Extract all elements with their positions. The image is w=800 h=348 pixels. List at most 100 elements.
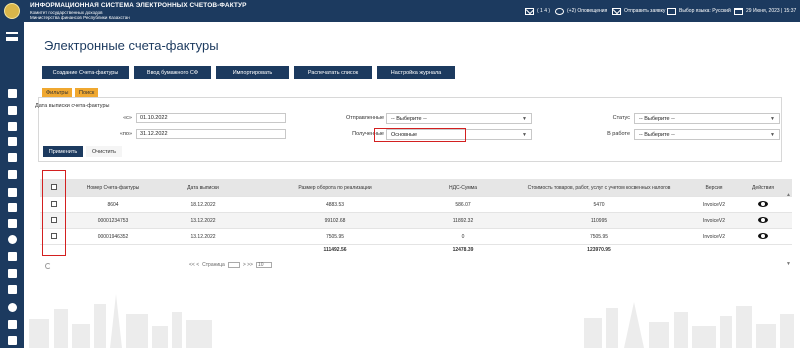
language-label: Выбор языка: Русский <box>679 8 731 14</box>
view-eye-icon[interactable] <box>758 200 768 207</box>
import-button[interactable]: Импортировать <box>216 66 289 79</box>
chevron-down-icon: ▼ <box>770 131 775 138</box>
in-work-label: В работе <box>607 131 630 137</box>
status-select[interactable]: -- Выберите -- ▼ <box>634 113 780 124</box>
page-label: Страница <box>202 262 225 268</box>
messages-link[interactable]: ( 1 4 ) <box>525 0 550 22</box>
sent-select-value: -- Выберите -- <box>391 115 427 122</box>
pagination: << < Страница > >> 10 <box>189 262 272 268</box>
next-page-button[interactable]: > >> <box>243 262 253 268</box>
version: InvoiceV2 <box>703 217 725 224</box>
sidebar <box>0 22 24 348</box>
sidebar-truck-icon[interactable] <box>8 219 17 228</box>
total-vat: 12478.39 <box>452 246 474 253</box>
sidebar-list-icon[interactable] <box>8 137 17 146</box>
in-work-select[interactable]: -- Выберите -- ▼ <box>634 129 780 140</box>
total-turnover: 111492.56 <box>323 246 347 253</box>
in-work-select-value: -- Выберите -- <box>639 131 675 138</box>
date-to-input[interactable]: 31.12.2022 <box>136 129 286 139</box>
apply-button[interactable]: Применить <box>43 146 83 157</box>
sidebar-warehouse-icon[interactable] <box>8 188 17 197</box>
status-label: Статус <box>612 115 630 121</box>
column-header[interactable]: Стоимость товаров, работ, услуг с учетом… <box>504 185 694 191</box>
sent-select[interactable]: -- Выберите -- ▼ <box>386 113 532 124</box>
datetime-label: 29 Июня, 2023 | 15:37 <box>746 8 797 14</box>
column-header[interactable]: Версия <box>694 185 734 191</box>
date-from-input[interactable]: 01.10.2022 <box>136 113 286 123</box>
sidebar-monitor-icon[interactable] <box>8 285 17 294</box>
sidebar-invoice-icon[interactable] <box>8 106 17 115</box>
sidebar-logout-icon[interactable] <box>8 336 17 345</box>
messages-count: ( 1 4 ) <box>537 8 551 14</box>
vat-amount: 11892.32 <box>452 217 474 224</box>
table-row: 00001234753 13.12.2022 99102.68 11892.32… <box>40 213 792 229</box>
monitor-icon <box>667 7 676 15</box>
table-row: 00001946352 13.12.2022 7505.95 0 7505.95… <box>40 229 792 245</box>
sidebar-bank-icon[interactable] <box>8 170 17 179</box>
system-subtitle-2: Министерства финансов Республики Казахст… <box>30 15 130 20</box>
status-select-value: -- Выберите -- <box>639 115 675 122</box>
journal-settings-button[interactable]: Настройка журнала <box>377 66 455 79</box>
invoice-date: 13.12.2022 <box>190 217 216 224</box>
sidebar-briefcase-icon[interactable] <box>8 153 17 162</box>
hamburger-menu-icon[interactable] <box>6 32 18 41</box>
mail-icon <box>612 7 621 15</box>
create-invoice-button[interactable]: Создание Счета-фактуры <box>42 66 129 79</box>
invoice-date: 18.12.2022 <box>190 201 216 208</box>
send-request-link[interactable]: Отправить заявку <box>612 0 665 22</box>
invoice-date: 13.12.2022 <box>190 233 216 240</box>
column-header[interactable]: Номер Счета-фактуры <box>68 185 158 191</box>
notification-icon <box>555 7 564 15</box>
sidebar-document-icon[interactable] <box>8 89 17 98</box>
view-eye-icon[interactable] <box>758 232 768 239</box>
language-selector[interactable]: Выбор языка: Русский <box>667 0 731 22</box>
table-header-row: Номер Счета-фактуры Дата выписки Размер … <box>40 179 792 197</box>
scroll-down-arrow-icon[interactable]: ▼ <box>786 261 791 267</box>
page-size-select[interactable]: 10 <box>255 262 272 268</box>
highlight-received-select <box>374 128 466 142</box>
sidebar-gear-icon[interactable] <box>8 235 17 244</box>
send-request-label: Отправить заявку <box>624 8 666 14</box>
sidebar-folder-icon[interactable] <box>8 252 17 261</box>
sidebar-folder-open-icon[interactable] <box>8 269 17 278</box>
table-row: 8604 18.12.2022 4883.53 586.07 5470 Invo… <box>40 197 792 213</box>
tab-search[interactable]: Поиск <box>75 88 99 97</box>
sent-label: Отправленные <box>345 115 384 121</box>
date-to-label: «по» <box>119 131 132 137</box>
top-header: ИНФОРМАЦИОННАЯ СИСТЕМА ЭЛЕКТРОННЫХ СЧЕТО… <box>0 0 800 22</box>
date-range-legend: Дата выписки счета-фактуры <box>35 103 110 109</box>
sidebar-case-icon[interactable] <box>8 320 17 329</box>
print-list-button[interactable]: Распечатать список <box>294 66 372 79</box>
column-header[interactable]: НДС-Сумма <box>422 185 504 191</box>
invoice-table: Номер Счета-фактуры Дата выписки Размер … <box>40 179 792 254</box>
system-title: ИНФОРМАЦИОННАЯ СИСТЕМА ЭЛЕКТРОННЫХ СЧЕТО… <box>30 2 247 9</box>
page-number-input[interactable] <box>227 262 240 268</box>
chevron-down-icon: ▼ <box>770 115 775 122</box>
column-header[interactable]: Дата выписки <box>158 185 248 191</box>
view-eye-icon[interactable] <box>758 216 768 223</box>
turnover: 99102.68 <box>324 217 346 224</box>
calendar-icon <box>734 7 743 15</box>
vat-amount: 586.07 <box>455 201 471 208</box>
total-amount: 110995 <box>590 217 608 224</box>
sidebar-help-icon[interactable] <box>8 303 17 312</box>
paper-invoice-button[interactable]: Ввод бумажного СФ <box>134 66 211 79</box>
invoice-number: 00001946352 <box>97 233 129 240</box>
column-header[interactable]: Размер оборота по реализации <box>248 185 422 191</box>
turnover: 4883.53 <box>325 201 345 208</box>
sidebar-edit-icon[interactable] <box>8 203 17 212</box>
clear-button[interactable]: Очистить <box>86 146 122 157</box>
notifications-link[interactable]: (+2) Оповещения <box>555 0 607 22</box>
prev-page-button[interactable]: << < <box>189 262 199 268</box>
highlight-checkbox-column <box>42 170 66 256</box>
vat-amount: 0 <box>461 233 465 240</box>
tab-filters[interactable]: Фильтры <box>42 88 73 97</box>
version: InvoiceV2 <box>703 201 725 208</box>
main-content: Электронные счета-фактуры Создание Счета… <box>24 22 800 348</box>
total-sum: 123970.95 <box>587 246 611 253</box>
table-totals-row: 111492.56 12478.39 123970.95 <box>40 245 792 254</box>
invoice-number: 8604 <box>107 201 119 208</box>
scroll-up-arrow-icon[interactable]: ▲ <box>786 192 791 198</box>
refresh-icon[interactable] <box>45 263 51 269</box>
sidebar-registry-icon[interactable] <box>8 122 17 131</box>
